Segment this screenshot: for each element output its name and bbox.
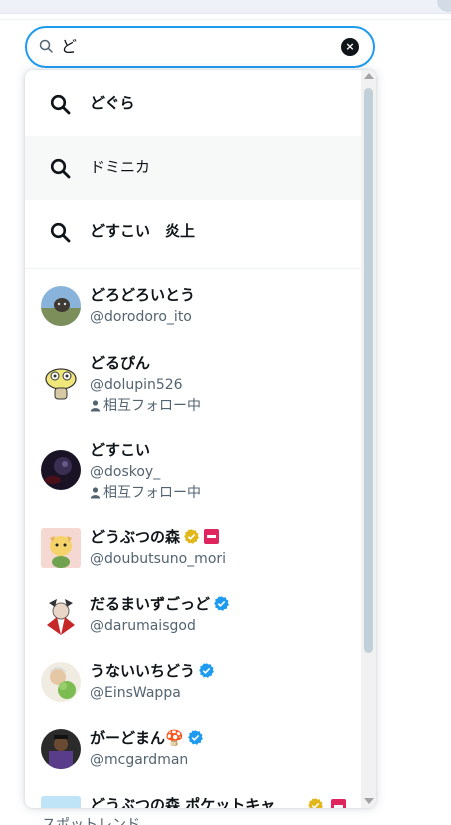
background-section-label: スポットレンド [42,817,140,825]
user-result-item[interactable]: だるまいずごっど @darumaisgod [25,589,361,649]
section-divider [25,268,361,269]
user-name: どすこい [90,441,151,459]
user-result-item[interactable]: どうぶつの森 @doubutsuno_mori [25,522,361,582]
user-result-item[interactable]: どすこい @doskoy_ 相互フォロー中 [25,434,361,514]
avatar [41,286,81,326]
profile-circle-icon[interactable] [437,0,451,12]
person-icon [90,487,101,499]
suggestion-text: どすこい 炎上 [90,222,196,240]
user-name: だるまいずごっど [90,594,230,614]
user-name: がーどまん🍄 [90,728,204,748]
user-name-text: どうぶつの森 ポケットキャ [90,796,276,808]
mutual-follow-label: 相互フォロー中 [90,484,201,502]
affiliate-badge-icon [204,529,220,544]
user-handle: @doubutsuno_mori [90,551,227,567]
search-icon [50,94,71,115]
user-name-text: どうぶつの森 [90,528,181,546]
divider-line [0,19,451,20]
mutual-follow-label: 相互フォロー中 [90,397,201,415]
avatar [41,595,81,635]
user-result-item[interactable]: どるぴん @dolupin526 相互フォロー中 [25,346,361,426]
user-handle: @EinsWappa [90,685,181,701]
user-handle: @dorodoro_ito [90,309,192,325]
affiliate-badge-icon [331,799,346,808]
gold-verified-badge-icon [184,529,199,544]
search-box[interactable]: ど × [25,26,375,68]
user-result-item[interactable]: うないいちどう @EinsWappa [25,656,361,716]
suggestion-item[interactable]: ドミニカ [25,136,361,200]
user-result-item[interactable]: どうぶつの森 ポケットキャ [25,790,361,808]
person-icon [90,400,101,412]
user-name-text: がーどまん🍄 [90,729,184,747]
avatar [41,796,81,808]
user-handle: @darumaisgod [90,618,196,634]
search-input[interactable]: ど [61,36,77,58]
user-handle: @mcgardman [90,752,189,768]
verified-badge-icon [199,663,214,678]
gold-verified-badge-icon [308,798,323,808]
user-name-text: うないいちどう [90,662,196,680]
user-name: どうぶつの森 [90,527,220,547]
user-name-text: だるまいずごっど [90,595,211,613]
avatar [41,450,81,490]
verified-badge-icon [214,596,229,611]
suggestion-item[interactable]: どぐら [25,72,361,136]
user-name: どろどろいとう [90,286,196,304]
suggestion-text: どぐら [90,94,135,112]
clear-search-button[interactable]: × [341,38,359,56]
verified-badge-icon [187,730,203,745]
scroll-down-arrow-icon[interactable] [364,798,374,804]
mutual-follow-text: 相互フォロー中 [103,485,201,501]
avatar [41,362,81,402]
user-name: うないいちどう [90,661,215,681]
browser-top-bar [0,0,451,14]
avatar [41,528,81,568]
avatar [41,662,81,702]
mutual-follow-text: 相互フォロー中 [103,398,201,414]
user-result-item[interactable]: がーどまん🍄 @mcgardman [25,723,361,783]
scroll-up-arrow-icon[interactable] [364,73,374,79]
search-dropdown: どぐら ドミニカ どすこい 炎上 どろどろいとう @dorodoro_ito ど… [25,70,376,808]
user-name: どるぴん [90,354,151,372]
avatar [41,729,81,769]
search-icon [50,158,71,179]
dropdown-scrollbar[interactable] [361,70,376,808]
user-name: どうぶつの森 ポケットキャ [90,795,275,808]
scrollbar-thumb[interactable] [364,88,373,653]
suggestion-text: ドミニカ [90,158,151,176]
user-handle: @doskoy_ [90,464,161,480]
user-handle: @dolupin526 [90,377,183,393]
user-result-item[interactable]: どろどろいとう @dorodoro_ito [25,280,361,340]
suggestion-item[interactable]: どすこい 炎上 [25,200,361,264]
search-icon [50,222,71,243]
search-icon [39,39,53,53]
